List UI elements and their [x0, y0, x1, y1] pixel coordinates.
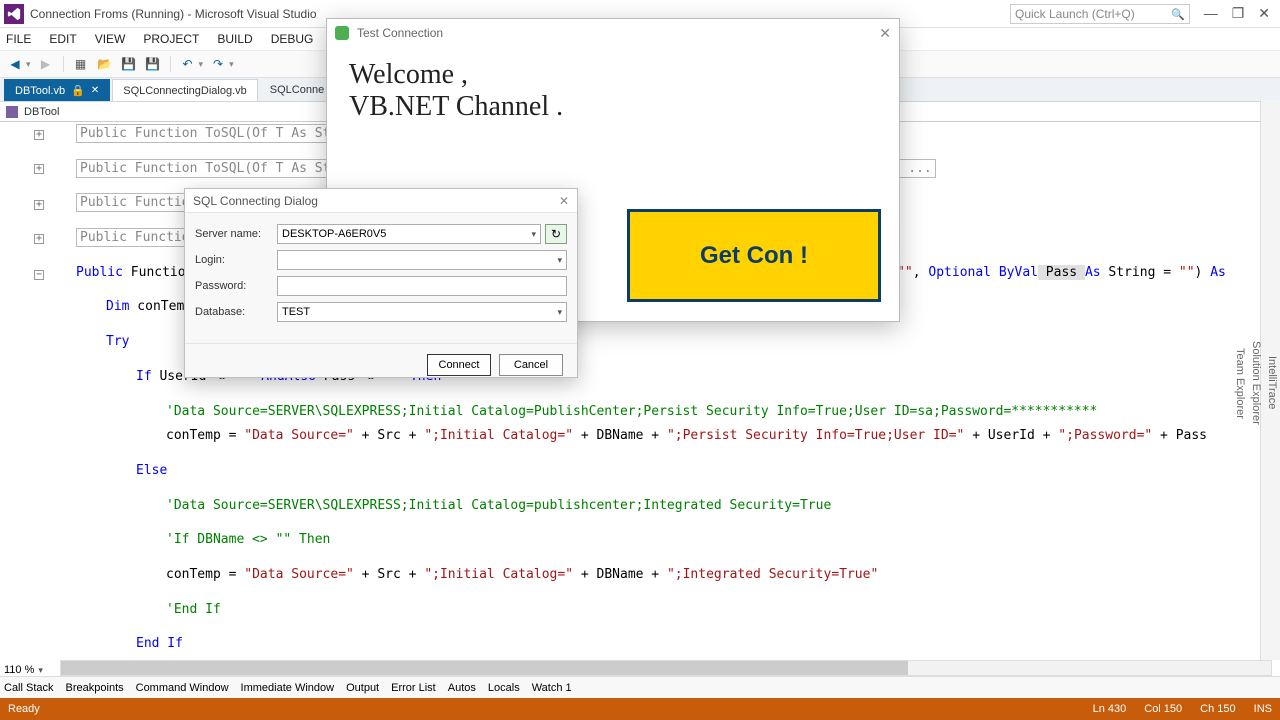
rail-solution-explorer[interactable]: Solution Explorer [1248, 106, 1264, 660]
tab-breakpoints[interactable]: Breakpoints [66, 682, 124, 694]
fold-icon[interactable]: − [34, 270, 44, 280]
server-label: Server name: [195, 228, 277, 240]
gutter: + + + + − [0, 122, 56, 660]
maximize-icon[interactable]: ❐ [1232, 5, 1245, 22]
class-icon [6, 106, 18, 118]
fold-icon[interactable]: + [34, 200, 44, 210]
save-icon[interactable]: 💾 [120, 55, 138, 73]
connect-button[interactable]: Connect [427, 354, 491, 376]
status-ch: Ch 150 [1200, 703, 1235, 715]
tab-error-list[interactable]: Error List [391, 682, 436, 694]
quick-launch-input[interactable]: Quick Launch (Ctrl+Q) 🔍 [1010, 4, 1190, 24]
server-name-combobox[interactable]: DESKTOP-A6ER0V5▾ [277, 224, 541, 244]
status-col: Col 150 [1144, 703, 1182, 715]
login-label: Login: [195, 254, 277, 266]
nav-fwd-icon[interactable]: ▶ [37, 55, 55, 73]
pin-icon[interactable]: 🔒 [71, 84, 85, 97]
menu-build[interactable]: BUILD [217, 32, 252, 46]
rail-intellitrace[interactable]: IntelliTrace [1264, 106, 1280, 660]
database-combobox[interactable]: TEST▾ [277, 302, 567, 322]
password-label: Password: [195, 280, 277, 292]
status-ins: INS [1254, 703, 1272, 715]
login-combobox[interactable]: ▾ [277, 250, 567, 270]
tab-immediate-window[interactable]: Immediate Window [241, 682, 335, 694]
open-file-icon[interactable]: 📂 [96, 55, 114, 73]
tab-output[interactable]: Output [346, 682, 379, 694]
get-con-button[interactable]: Get Con ! [627, 209, 881, 302]
redo-icon[interactable]: ↷ [209, 55, 227, 73]
welcome-label: Welcome , VB.NET Channel . [327, 47, 899, 135]
vs-logo-icon [4, 4, 24, 24]
tab-autos[interactable]: Autos [448, 682, 476, 694]
menu-project[interactable]: PROJECT [143, 32, 199, 46]
file-tab-sqlconnectingdialog[interactable]: SQLConnectingDialog.vb [112, 79, 258, 101]
cancel-button[interactable]: Cancel [499, 354, 563, 376]
menu-file[interactable]: FILE [6, 32, 31, 46]
fold-icon[interactable]: + [34, 164, 44, 174]
app-icon [335, 26, 349, 40]
status-ready: Ready [8, 703, 40, 715]
refresh-button[interactable]: ↻ [545, 224, 567, 244]
database-label: Database: [195, 306, 277, 318]
menu-edit[interactable]: EDIT [49, 32, 76, 46]
horizontal-scrollbar[interactable] [60, 660, 1272, 676]
sql-dialog-titlebar[interactable]: SQL Connecting Dialog ✕ [185, 189, 577, 213]
close-tab-icon[interactable]: ✕ [91, 85, 99, 96]
tab-watch1[interactable]: Watch 1 [532, 682, 572, 694]
rail-team-explorer[interactable]: Team Explorer [1232, 106, 1248, 660]
password-input[interactable] [277, 276, 567, 296]
tab-locals[interactable]: Locals [488, 682, 520, 694]
fold-icon[interactable]: + [34, 130, 44, 140]
file-tab-sqlconn[interactable]: SQLConne [260, 79, 334, 101]
file-tab-dbtool[interactable]: DBTool.vb 🔒 ✕ [4, 79, 110, 101]
tab-command-window[interactable]: Command Window [136, 682, 229, 694]
close-icon[interactable]: ✕ [1258, 5, 1270, 22]
search-icon: 🔍 [1171, 8, 1185, 21]
status-ln: Ln 430 [1093, 703, 1127, 715]
close-icon[interactable]: ✕ [559, 194, 569, 208]
test-connection-titlebar[interactable]: Test Connection ✕ [327, 19, 899, 47]
new-project-icon[interactable]: ▦ [72, 55, 90, 73]
close-icon[interactable]: ✕ [879, 25, 891, 42]
menu-debug[interactable]: DEBUG [271, 32, 314, 46]
minimize-icon[interactable]: — [1204, 5, 1218, 22]
tab-call-stack[interactable]: Call Stack [4, 682, 54, 694]
zoom-dropdown[interactable]: 110 %▾ [4, 664, 43, 676]
statusbar: Ready Ln 430 Col 150 Ch 150 INS [0, 698, 1280, 720]
menu-view[interactable]: VIEW [95, 32, 126, 46]
sql-connecting-dialog: SQL Connecting Dialog ✕ Server name: DES… [184, 188, 578, 378]
right-rail: IntelliTrace Solution Explorer Team Expl… [1260, 100, 1280, 660]
undo-icon[interactable]: ↶ [179, 55, 197, 73]
save-all-icon[interactable]: 💾 [144, 55, 162, 73]
fold-icon[interactable]: + [34, 234, 44, 244]
nav-back-icon[interactable]: ◀ [6, 55, 24, 73]
bottom-tab-strip: Call Stack Breakpoints Command Window Im… [0, 676, 1280, 698]
quick-launch-placeholder: Quick Launch (Ctrl+Q) [1015, 7, 1135, 21]
